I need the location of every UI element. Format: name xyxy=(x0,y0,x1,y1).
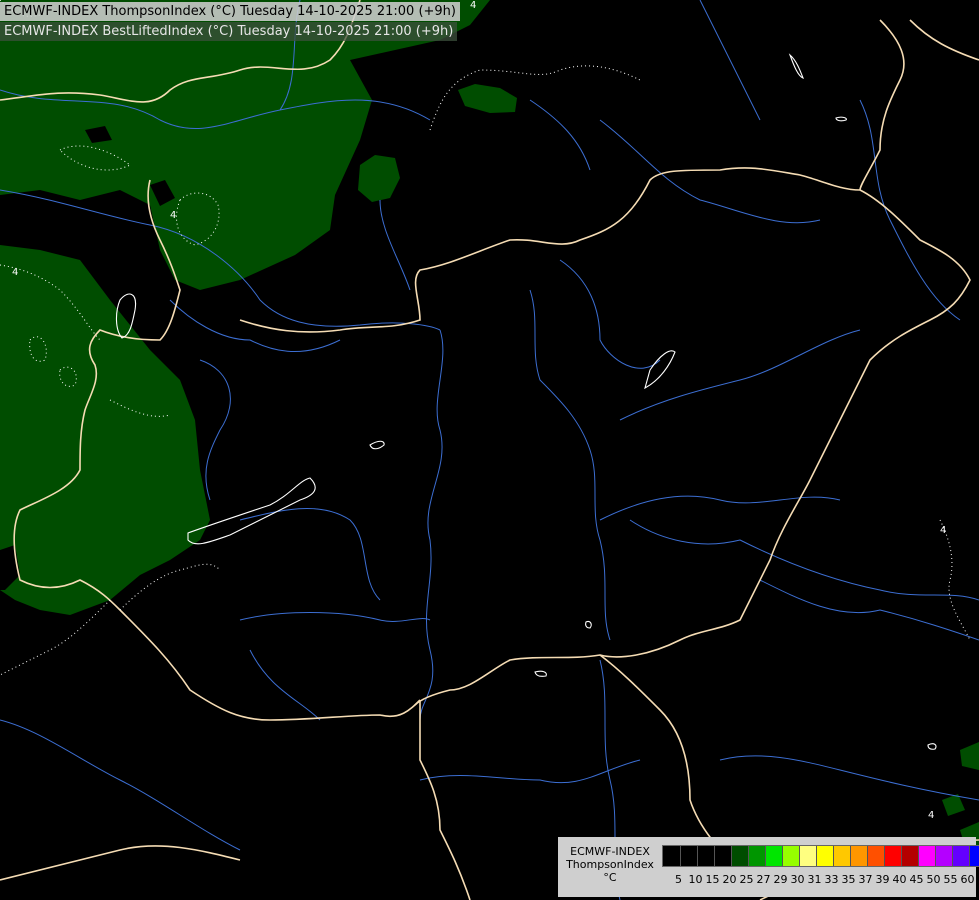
legend-swatch xyxy=(799,846,816,866)
legend-tick-label: 60 xyxy=(960,873,975,886)
legend-tick-label: 27 xyxy=(756,873,771,886)
contour-label: 4 xyxy=(12,267,18,278)
legend-swatch xyxy=(833,846,850,866)
legend-tick-label: 10 xyxy=(688,873,703,886)
legend-swatch xyxy=(918,846,935,866)
legend-unit: °C xyxy=(603,871,617,884)
legend-tick-label: 37 xyxy=(858,873,873,886)
legend-tick-label: 15 xyxy=(705,873,720,886)
legend-tick-spacer xyxy=(662,873,670,887)
contour-label: 4 xyxy=(940,525,946,536)
contour-label: 4 xyxy=(928,810,934,821)
legend-model: ECMWF-INDEX xyxy=(570,845,650,858)
legend-swatch xyxy=(969,846,979,866)
legend-tick-label: 20 xyxy=(722,873,737,886)
legend-ticks: 5 10 15 20 25 27 29 30 31 33 35 37 39 40 45 50 55 60 xyxy=(662,873,976,887)
legend-swatches xyxy=(662,845,979,867)
legend-swatch xyxy=(697,846,714,866)
legend-label: ECMWF-INDEX ThompsonIndex °C xyxy=(562,845,658,884)
legend-tick-label: 39 xyxy=(875,873,890,886)
weather-map: 4 4 4 4 4 xyxy=(0,0,979,900)
legend-swatch xyxy=(884,846,901,866)
legend-swatch xyxy=(663,846,680,866)
legend-tick-label: 35 xyxy=(841,873,856,886)
legend-tick-label: 50 xyxy=(926,873,941,886)
legend-tick-label: 31 xyxy=(807,873,822,886)
color-legend: ECMWF-INDEX ThompsonIndex °C 5 10 15 20 25 27… xyxy=(558,837,979,897)
legend-swatch xyxy=(714,846,731,866)
legend-swatch xyxy=(731,846,748,866)
legend-swatch xyxy=(850,846,867,866)
legend-swatch xyxy=(816,846,833,866)
legend-tick-label: 30 xyxy=(790,873,805,886)
legend-swatch xyxy=(867,846,884,866)
legend-tick-label: 55 xyxy=(943,873,958,886)
legend-swatch xyxy=(765,846,782,866)
legend-parameter: ThompsonIndex xyxy=(566,858,654,871)
map-title-thompson-index: ECMWF-INDEX ThompsonIndex (°C) Tuesday 1… xyxy=(0,2,460,21)
legend-swatch xyxy=(748,846,765,866)
legend-swatch xyxy=(901,846,918,866)
legend-swatch xyxy=(782,846,799,866)
legend-tick-label: 25 xyxy=(739,873,754,886)
contour-label: 4 xyxy=(470,0,476,11)
contour-label: 4 xyxy=(170,210,176,221)
legend-swatch xyxy=(680,846,697,866)
legend-swatch xyxy=(935,846,952,866)
legend-tick-label: 33 xyxy=(824,873,839,886)
legend-tick-label: 5 xyxy=(675,873,682,886)
legend-tick-label: 40 xyxy=(892,873,907,886)
map-title-best-lifted-index: ECMWF-INDEX BestLiftedIndex (°C) Tuesday… xyxy=(0,22,458,41)
legend-tick-label: 29 xyxy=(773,873,788,886)
legend-swatch xyxy=(952,846,969,866)
legend-tick-label: 45 xyxy=(909,873,924,886)
